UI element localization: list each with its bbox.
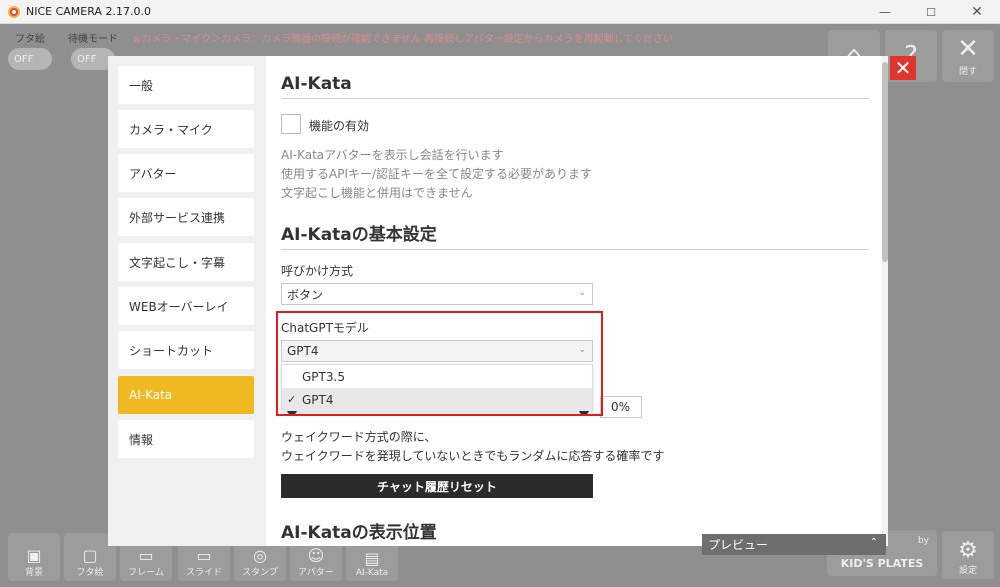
highlight-box xyxy=(276,311,603,416)
frame2-icon: ▭ xyxy=(138,546,154,565)
settings-caption: 設定 xyxy=(958,566,977,576)
sidebar-item-web-overlay[interactable]: WEBオーバーレイ xyxy=(118,287,254,325)
chevron-up-icon: ⌃ xyxy=(869,537,878,548)
bottom-caption: AI-Kata xyxy=(355,568,389,578)
dialog-close-button[interactable]: ✕ xyxy=(890,56,916,80)
toggle-label: フタ絵 xyxy=(15,34,45,45)
settings-dialog: 一般 カメラ・マイク アバター 外部サービス連携 文字起こし・字幕 WEBオーバ… xyxy=(108,56,888,546)
call-method-value: ボタン xyxy=(287,287,324,302)
enable-checkbox[interactable] xyxy=(281,114,301,134)
call-method-select[interactable]: ボタン ⌄ xyxy=(281,283,593,305)
app-root: NICE CAMERA 2.17.0.0 — ☐ ✕ フタ絵 OFF 待機モード… xyxy=(0,0,1000,587)
section-title-basic-settings: AI-Kataの基本設定 xyxy=(281,220,869,250)
window-title: NICE CAMERA 2.17.0.0 xyxy=(26,5,151,18)
call-method-label: 呼びかけ方式 xyxy=(281,264,354,278)
settings-button[interactable]: ⚙ 設定 xyxy=(942,531,994,579)
sidebar-item-info[interactable]: 情報 xyxy=(118,420,254,458)
bottom-caption: スライド xyxy=(185,568,222,578)
title-bar: NICE CAMERA 2.17.0.0 — ☐ ✕ xyxy=(0,0,1000,24)
bottom-caption: 背景 xyxy=(24,568,43,578)
preview-label: プレビュー xyxy=(708,538,769,552)
close-icon: ✕ xyxy=(894,56,912,80)
settings-content: AI-Kata 機能の有効 AI-Kataアバターを表示し会話を行います 使用す… xyxy=(266,56,888,546)
sidebar-item-external-services[interactable]: 外部サービス連携 xyxy=(118,198,254,236)
section-title-aikata: AI-Kata xyxy=(281,74,869,99)
ai-icon: ▤ xyxy=(364,549,380,568)
image-icon: ▣ xyxy=(26,546,42,565)
bottom-bg-button[interactable]: ▣ 背景 xyxy=(8,533,60,581)
chevron-down-icon: ⌄ xyxy=(578,288,586,298)
warning-text: カメラ・マイク＞カメラ：カメラ機器の接続が確認できません 再接続しアバター設定か… xyxy=(141,34,674,45)
toggle-futae: フタ絵 OFF xyxy=(8,30,52,70)
close-icon: ✕ xyxy=(957,33,979,64)
gear-icon: ⚙ xyxy=(958,538,978,563)
sidebar-item-camera-mic[interactable]: カメラ・マイク xyxy=(118,110,254,148)
app-logo-icon xyxy=(8,5,20,18)
bottom-caption: スタンプ xyxy=(242,568,278,578)
random-desc-line: ウェイクワード方式の際に、 xyxy=(281,430,437,444)
bottom-caption: フレーム xyxy=(128,568,164,578)
bottom-caption: フタ絵 xyxy=(76,568,104,578)
random-prob-input[interactable]: 0% xyxy=(600,396,642,418)
scrollbar-thumb[interactable] xyxy=(882,62,888,262)
random-desc-line: ウェイクワードを発現していないときでもランダムに応答する確率です xyxy=(281,449,665,463)
sidebar-item-shortcut[interactable]: ショートカット xyxy=(118,331,254,369)
sidebar-item-avatar[interactable]: アバター xyxy=(118,154,254,192)
brand-name: KID'S PLATES xyxy=(840,557,924,570)
toggle-label: 待機モード xyxy=(68,34,118,45)
desc-line: 文字起こし機能と併用はできません xyxy=(281,186,473,200)
minimize-button[interactable]: — xyxy=(862,0,908,24)
slide-icon: ▭ xyxy=(196,546,212,565)
sidebar-item-aikata[interactable]: AI-Kata xyxy=(118,376,254,414)
maximize-button[interactable]: ☐ xyxy=(908,0,954,24)
settings-sidebar: 一般 カメラ・マイク アバター 外部サービス連携 文字起こし・字幕 WEBオーバ… xyxy=(108,56,266,546)
preview-bar[interactable]: プレビュー ⌃ xyxy=(702,534,886,555)
bottom-caption: アバター xyxy=(298,568,334,578)
camera-warning: ⊗カメラ・マイク＞カメラ：カメラ機器の接続が確認できません 再接続しアバター設定… xyxy=(133,30,673,45)
window-close-button[interactable]: ✕ xyxy=(954,0,1000,24)
app-close-button[interactable]: ✕ 閉す xyxy=(942,30,994,82)
avatar-icon: ☺ xyxy=(307,546,325,565)
desc-line: 使用するAPIキー/認証キーを全て設定する必要があります xyxy=(281,167,593,181)
chat-history-reset-button[interactable]: チャット履歴リセット xyxy=(281,474,593,498)
frame-icon: ▢ xyxy=(82,546,98,565)
close-caption: 閉す xyxy=(958,66,977,77)
sidebar-item-transcription[interactable]: 文字起こし・字幕 xyxy=(118,243,254,281)
enable-label: 機能の有効 xyxy=(309,119,370,133)
sidebar-item-general[interactable]: 一般 xyxy=(118,66,254,104)
futae-toggle-switch[interactable]: OFF xyxy=(8,48,52,70)
stamp-icon: ◎ xyxy=(253,546,267,565)
desc-line: AI-Kataアバターを表示し会話を行います xyxy=(281,148,504,162)
content-scrollbar[interactable] xyxy=(882,56,888,546)
brand-prefix: by xyxy=(917,536,929,546)
